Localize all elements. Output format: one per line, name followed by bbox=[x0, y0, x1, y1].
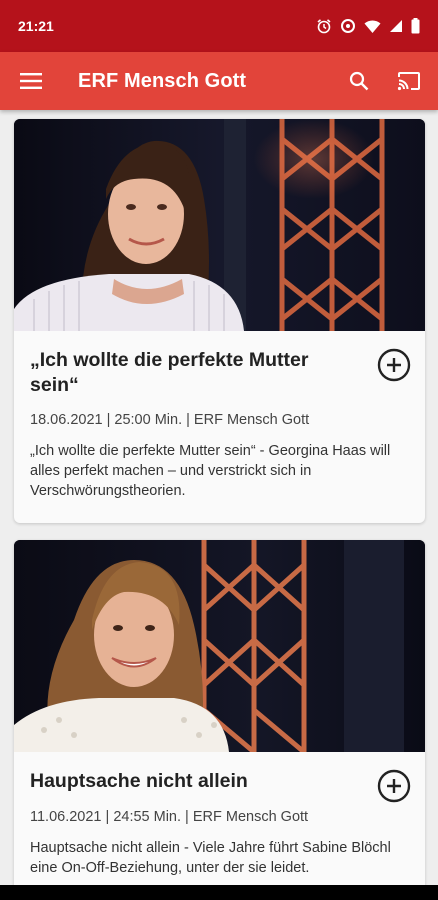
episode-title[interactable]: „Ich wollte die perfekte Mutter sein“ bbox=[30, 331, 409, 398]
episode-description: Hauptsache nicht allein - Viele Jahre fü… bbox=[30, 840, 391, 876]
episode-meta: 18.06.2021 | 25:00 Min. | ERF Mensch Got… bbox=[30, 412, 310, 428]
episode-card-body: „Ich wollte die perfekte Mutter sein“ 18… bbox=[14, 331, 425, 501]
signal-icon bbox=[390, 20, 402, 32]
episode-feed[interactable]: „Ich wollte die perfekte Mutter sein“ 18… bbox=[0, 110, 438, 885]
app-title: ERF Mensch Gott bbox=[78, 69, 247, 92]
add-circle-icon bbox=[377, 769, 411, 803]
status-icons bbox=[316, 18, 420, 34]
add-to-playlist-button[interactable] bbox=[377, 348, 411, 382]
wifi-icon bbox=[364, 19, 381, 33]
menu-button[interactable] bbox=[0, 52, 62, 110]
cast-button[interactable] bbox=[384, 52, 434, 110]
add-to-playlist-button[interactable] bbox=[377, 769, 411, 803]
alarm-icon bbox=[317, 19, 331, 34]
app-actions bbox=[334, 52, 438, 110]
episode-description: „Ich wollte die perfekte Mutter sein“ - … bbox=[30, 443, 391, 499]
episode-card[interactable]: „Ich wollte die perfekte Mutter sein“ 18… bbox=[14, 119, 425, 523]
status-bar: 21:21 bbox=[0, 0, 438, 52]
episode-thumbnail[interactable] bbox=[14, 119, 425, 331]
battery-icon bbox=[411, 18, 420, 34]
episode-thumbnail[interactable] bbox=[14, 540, 425, 752]
episode-card[interactable]: Hauptsache nicht allein 11.06.2021 | 24:… bbox=[14, 540, 425, 885]
cast-icon bbox=[397, 72, 420, 91]
search-icon bbox=[349, 71, 369, 91]
episode-title[interactable]: Hauptsache nicht allein bbox=[30, 752, 409, 794]
system-navigation-bar bbox=[0, 885, 438, 900]
menu-icon bbox=[20, 73, 42, 89]
episode-card-body: Hauptsache nicht allein 11.06.2021 | 24:… bbox=[14, 752, 425, 878]
search-button[interactable] bbox=[334, 52, 384, 110]
app-bar: ERF Mensch Gott bbox=[0, 52, 438, 110]
add-circle-icon bbox=[377, 348, 411, 382]
episode-meta: 11.06.2021 | 24:55 Min. | ERF Mensch Got… bbox=[30, 809, 309, 825]
status-time: 21:21 bbox=[18, 18, 54, 34]
data-saver-icon bbox=[341, 19, 355, 33]
